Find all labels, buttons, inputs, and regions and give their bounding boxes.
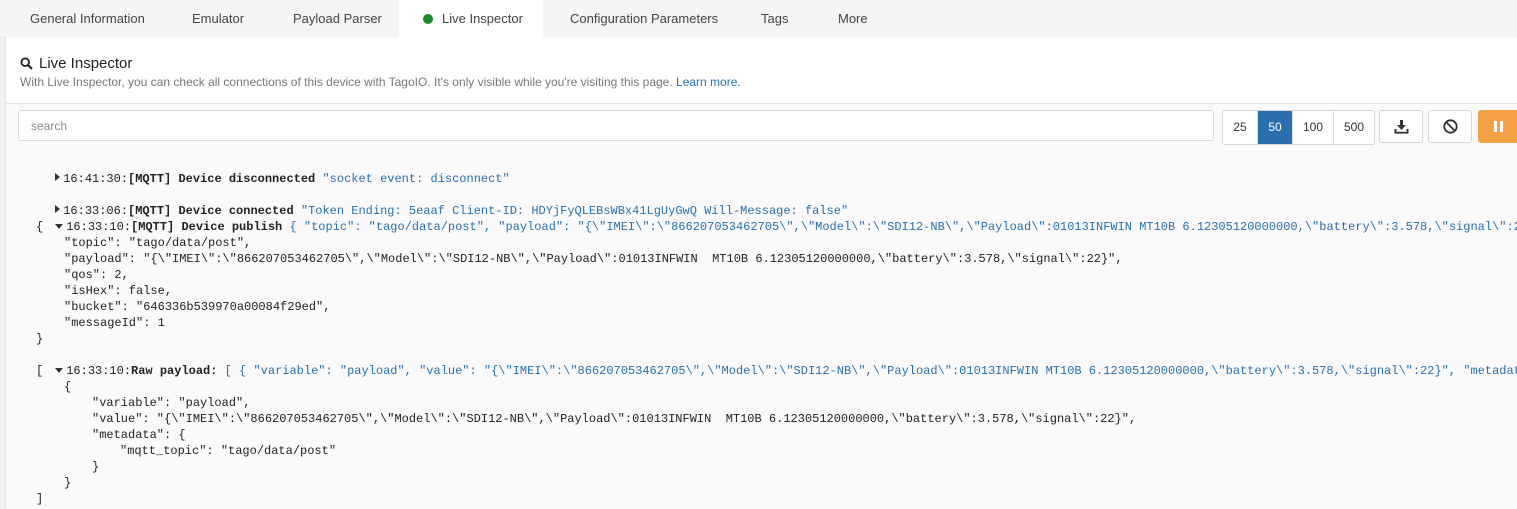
page-title-text: Live Inspector xyxy=(39,55,133,72)
log-list: 16:41:30:[MQTT] Device disconnected "soc… xyxy=(6,151,1517,509)
live-inspector-panel: Live Inspector With Live Inspector, you … xyxy=(5,37,1517,509)
tab-emulator[interactable]: Emulator xyxy=(192,0,244,37)
log-label: Raw payload: xyxy=(131,364,218,378)
log-time: 16:33:10: xyxy=(66,364,132,378)
log-detail: "socket event: disconnect" xyxy=(322,172,510,186)
json-line: { xyxy=(36,220,44,234)
pause-button[interactable] xyxy=(1478,110,1517,143)
log-label: [MQTT] Device publish xyxy=(131,220,283,234)
json-line: "messageId": 1 xyxy=(64,316,165,330)
tab-tags[interactable]: Tags xyxy=(761,0,788,37)
json-line: } xyxy=(64,476,72,490)
search-icon xyxy=(20,57,33,70)
search-input[interactable] xyxy=(18,110,1214,141)
tab-configuration-parameters[interactable]: Configuration Parameters xyxy=(570,0,718,37)
log-entry[interactable]: 16:41:30:[MQTT] Device disconnected "soc… xyxy=(12,155,510,186)
log-time: 16:41:30: xyxy=(63,172,129,186)
json-line: "mqtt_topic": "tago/data/post" xyxy=(120,444,337,458)
collapse-icon[interactable] xyxy=(55,368,64,373)
log-detail: [ { "variable": "payload", "value": "{\"… xyxy=(224,364,1517,378)
subtitle-text: With Live Inspector, you can check all c… xyxy=(20,75,673,89)
learn-more-link[interactable]: Learn more. xyxy=(676,75,741,89)
json-line: { xyxy=(64,380,72,394)
page-size-selector: 25 50 100 500 xyxy=(1222,110,1375,145)
tab-live-inspector-label: Live Inspector xyxy=(442,11,523,26)
json-line: "payload": "{\"IMEI\":\"866207053462705\… xyxy=(64,252,1123,266)
tab-payload-parser[interactable]: Payload Parser xyxy=(293,0,382,37)
live-status-icon xyxy=(423,14,433,24)
json-line: "metadata": { xyxy=(92,428,186,442)
json-line: [ xyxy=(36,364,44,378)
json-line: "isHex": false, xyxy=(64,284,173,298)
page-size-50[interactable]: 50 xyxy=(1258,111,1293,144)
log-entry[interactable]: 16:33:10:Raw payload: [ { "variable": "p… xyxy=(12,347,1517,378)
tab-bar: General Information Emulator Payload Par… xyxy=(0,0,1517,38)
log-time: 16:33:10: xyxy=(66,220,132,234)
log-detail: { "topic": "tago/data/post", "payload": … xyxy=(289,220,1517,234)
page-size-100[interactable]: 100 xyxy=(1293,111,1334,144)
log-entry[interactable]: 16:33:10:[MQTT] Device publish { "topic"… xyxy=(12,203,1517,234)
tab-more[interactable]: More xyxy=(838,0,868,37)
page-size-500[interactable]: 500 xyxy=(1334,111,1374,144)
page-size-25[interactable]: 25 xyxy=(1223,111,1258,144)
tab-general-information[interactable]: General Information xyxy=(30,0,145,37)
log-label: [MQTT] Device disconnected xyxy=(128,172,316,186)
json-line: "value": "{\"IMEI\":\"866207053462705\",… xyxy=(92,412,1137,426)
pause-icon xyxy=(1493,121,1497,132)
tab-live-inspector[interactable]: Live Inspector xyxy=(399,0,543,37)
json-line: } xyxy=(92,460,100,474)
page-title: Live Inspector xyxy=(20,55,132,72)
page-subtitle: With Live Inspector, you can check all c… xyxy=(20,75,741,89)
clear-log-button[interactable] xyxy=(1428,110,1472,143)
json-line: "variable": "payload", xyxy=(92,396,251,410)
log-entry[interactable]: 16:33:06:[MQTT] Device connected "Token … xyxy=(12,187,848,218)
expand-icon[interactable] xyxy=(55,173,61,181)
download-icon xyxy=(1394,119,1408,134)
collapse-icon[interactable] xyxy=(55,224,64,229)
block-icon xyxy=(1442,119,1458,134)
json-line: "bucket": "646336b539970a00084f29ed", xyxy=(64,300,331,314)
download-button[interactable] xyxy=(1379,110,1423,143)
json-line: } xyxy=(36,332,44,346)
json-line: "qos": 2, xyxy=(64,268,129,282)
json-line: ] xyxy=(36,492,44,506)
panel-header: Live Inspector With Live Inspector, you … xyxy=(6,37,1517,104)
json-line: "topic": "tago/data/post", xyxy=(64,236,252,250)
